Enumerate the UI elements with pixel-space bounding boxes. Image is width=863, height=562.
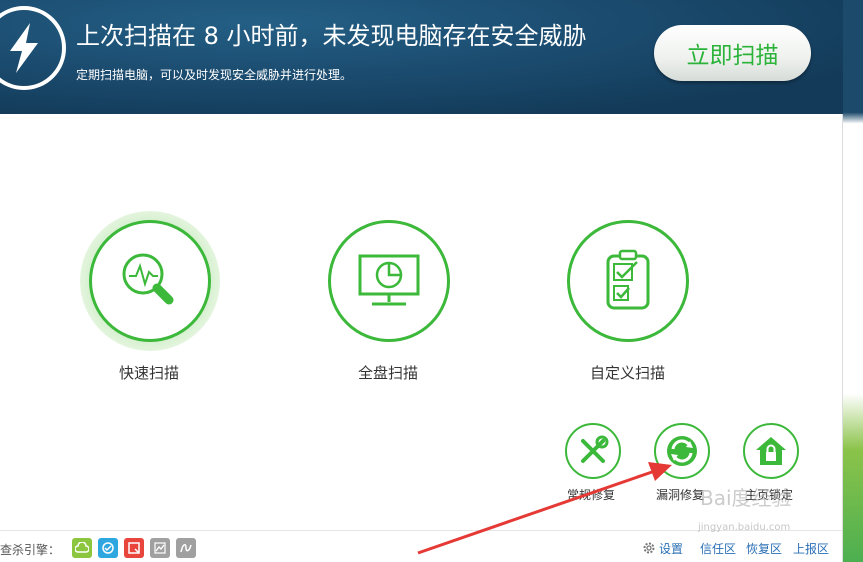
scan-now-button[interactable]: 立即扫描 (654, 25, 811, 81)
clipboard-check-icon (606, 249, 650, 310)
trust-zone-link[interactable]: 信任区 (700, 540, 736, 557)
homepage-lock-button[interactable] (743, 423, 799, 479)
scan-status-title: 上次扫描在 8 小时前，未发现电脑存在安全威胁 (76, 22, 587, 50)
regular-repair-label: 常规修复 (567, 488, 616, 502)
restore-zone-link[interactable]: 恢复区 (746, 540, 782, 557)
engine-label: 查杀引擎： (0, 543, 61, 557)
scan-status-subtitle: 定期扫描电脑，可以及时发现安全威胁并进行处理。 (76, 68, 353, 82)
cloud-engine-icon[interactable] (72, 538, 92, 558)
lightning-icon (0, 6, 66, 90)
chart-engine-icon[interactable] (150, 538, 170, 558)
watermark: Bai度经验 (700, 486, 792, 510)
window-edge (843, 0, 863, 562)
custom-scan-button[interactable] (567, 220, 689, 342)
shield-refresh-icon (667, 436, 697, 466)
watermark-url: jingyan.baidu.com (698, 522, 791, 533)
magnifier-pulse-icon (122, 253, 174, 305)
quick-scan-label: 快速扫描 (119, 364, 180, 382)
vulnerability-repair-label: 漏洞修复 (656, 488, 705, 502)
settings-link[interactable]: 设置 (659, 540, 683, 557)
full-scan-button[interactable] (328, 220, 450, 342)
q-engine-icon[interactable] (124, 538, 144, 558)
gear-icon[interactable] (642, 540, 656, 554)
wrench-screwdriver-icon (581, 435, 609, 463)
monitor-icon (358, 254, 420, 306)
header-banner: 上次扫描在 8 小时前，未发现电脑存在安全威胁 定期扫描电脑，可以及时发现安全威… (0, 0, 863, 114)
regular-repair-button[interactable] (565, 423, 621, 479)
custom-scan-label: 自定义扫描 (590, 364, 666, 382)
panel-border (842, 114, 843, 562)
home-lock-icon (756, 437, 786, 465)
full-scan-label: 全盘扫描 (358, 364, 419, 382)
wave-engine-icon[interactable] (176, 538, 196, 558)
report-zone-link[interactable]: 上报区 (793, 540, 829, 557)
quick-scan-button[interactable] (89, 220, 211, 342)
vulnerability-repair-button[interactable] (654, 423, 710, 479)
circle-engine-icon[interactable] (98, 538, 118, 558)
